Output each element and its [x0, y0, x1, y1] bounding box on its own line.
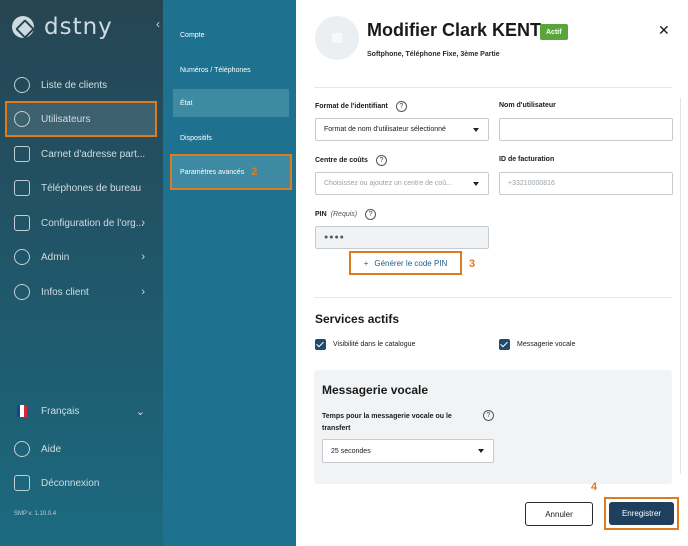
voicemail-panel: Messagerie vocale Temps pour la messager…: [314, 370, 672, 484]
cost-center-label: Centre de coûts ?: [315, 155, 387, 166]
format-select[interactable]: Format de nom d'utilisateur sélectionné: [315, 118, 489, 141]
voicemail-timeout-label: Temps pour la messagerie vocale ou le tr…: [322, 413, 452, 432]
sidebar-item-client-info[interactable]: Infos client ›: [0, 275, 163, 309]
generate-pin-button[interactable]: + Générer le code PIN: [349, 251, 462, 275]
cost-center-select[interactable]: Choisissez ou ajoutez un centre de coû..…: [315, 172, 489, 195]
user-submenu: Compte Numéros / Téléphones État Disposi…: [163, 0, 296, 546]
sidebar-item-admin[interactable]: Admin ›: [0, 240, 163, 274]
sidebar-item-label: Téléphones de bureau: [41, 182, 142, 194]
sidebar-item-address-book[interactable]: Carnet d'adresse part...: [0, 137, 163, 171]
sidebar-item-label: Carnet d'adresse part...: [41, 148, 146, 160]
language-label: Français: [41, 405, 80, 417]
checkbox-checked-icon: [499, 339, 510, 350]
user-icon: [14, 111, 30, 127]
username-input[interactable]: [499, 118, 673, 141]
logo[interactable]: dstny: [12, 14, 113, 40]
submenu-item-status[interactable]: État: [173, 89, 289, 117]
step-marker-3: 3: [469, 258, 476, 270]
app-version: SMP v. 1.10.0.4: [14, 511, 57, 517]
chevron-down-icon: ⌄: [135, 405, 145, 418]
page-title: Modifier Clark KENT: [367, 20, 542, 40]
gear-icon: [14, 284, 30, 300]
services-title: Services actifs: [315, 312, 400, 326]
desk-phone-icon: [14, 180, 30, 196]
users-group-icon: [14, 77, 30, 93]
pin-field: ●●●●: [315, 226, 489, 249]
help-icon[interactable]: ?: [365, 209, 377, 220]
caret-down-icon: [473, 182, 479, 186]
sidebar-item-label: Admin: [41, 251, 70, 263]
user-services-summary: Softphone, Téléphone Fixe, 3ème Partie: [367, 51, 500, 58]
submenu-item-label: Compte: [180, 31, 205, 39]
sidebar-item-label: Infos client: [41, 286, 89, 298]
sidebar-item-org-config[interactable]: Configuration de l'org... ›: [0, 206, 163, 240]
chevron-right-icon: ›: [141, 286, 145, 298]
logo-text: dstny: [44, 14, 113, 40]
sidebar-item-logout[interactable]: Déconnexion: [0, 466, 163, 500]
chevron-right-icon: ›: [141, 217, 145, 229]
section-divider: [314, 297, 672, 298]
catalogue-visibility-checkbox[interactable]: Visibilité dans le catalogue: [315, 339, 415, 350]
checkbox-checked-icon: [315, 339, 326, 350]
sidebar-item-help[interactable]: Aide: [0, 432, 163, 466]
home-icon: [12, 16, 34, 38]
submenu-item-advanced-settings[interactable]: Paramètres avancés 2: [170, 154, 292, 190]
help-icon[interactable]: ?: [483, 410, 494, 421]
help-icon[interactable]: ?: [375, 155, 387, 166]
caret-down-icon: [473, 128, 479, 132]
caret-down-icon: [478, 449, 484, 453]
scrollbar-track[interactable]: [680, 98, 681, 474]
step-marker-2: 2: [251, 166, 258, 178]
chevron-right-icon: ›: [141, 251, 145, 263]
sidebar-item-clients[interactable]: Liste de clients: [0, 68, 163, 102]
format-label: Format de l'identifiant ?: [315, 101, 407, 112]
french-flag-icon: [17, 405, 27, 417]
voicemail-timeout-select[interactable]: 25 secondes: [322, 439, 494, 463]
billing-id-label: ID de facturation: [499, 156, 555, 163]
admin-user-icon: [14, 249, 30, 265]
save-button-highlight: Enregistrer: [604, 497, 679, 530]
submenu-item-label: État: [180, 99, 193, 107]
avatar: [315, 16, 359, 60]
username-label: Nom d'utilisateur: [499, 102, 556, 109]
voicemail-service-checkbox[interactable]: Messagerie vocale: [499, 339, 575, 350]
sidebar: dstny ‹ Liste de clients Utilisateurs 1 …: [0, 0, 171, 546]
pin-label: PIN (Requis) ?: [315, 209, 377, 220]
cancel-button[interactable]: Annuler: [525, 502, 593, 526]
plus-icon: +: [363, 258, 369, 268]
collapse-sidebar-icon[interactable]: ‹: [156, 17, 160, 31]
step-marker-4: 4: [591, 481, 598, 493]
sidebar-item-label: Liste de clients: [41, 79, 108, 91]
sidebar-item-users[interactable]: Utilisateurs: [5, 101, 157, 137]
billing-id-input[interactable]: +33210000816: [499, 172, 673, 195]
sidebar-item-label: Configuration de l'org...: [41, 217, 145, 229]
sidebar-item-label: Aide: [41, 443, 62, 455]
status-badge: Actif: [540, 24, 568, 40]
close-icon[interactable]: ✕: [658, 22, 670, 39]
edit-user-panel: Modifier Clark KENT Actif ✕ Softphone, T…: [296, 0, 688, 546]
submenu-item-numbers-phones[interactable]: Numéros / Téléphones: [173, 56, 289, 84]
sliders-icon: [14, 215, 30, 231]
submenu-item-label: Paramètres avancés: [180, 168, 245, 176]
sidebar-item-label: Utilisateurs: [41, 113, 91, 125]
submenu-item-devices[interactable]: Dispositifs: [173, 124, 289, 152]
address-book-icon: [14, 146, 30, 162]
submenu-item-label: Numéros / Téléphones: [180, 66, 251, 74]
language-selector[interactable]: Français ⌄: [0, 394, 163, 428]
sidebar-item-label: Déconnexion: [41, 477, 100, 489]
submenu-item-account[interactable]: Compte: [173, 21, 289, 49]
save-button[interactable]: Enregistrer: [609, 502, 674, 525]
header-divider: [314, 87, 672, 88]
submenu-item-label: Dispositifs: [180, 134, 212, 142]
sidebar-item-desk-phones[interactable]: Téléphones de bureau: [0, 171, 163, 205]
voicemail-title: Messagerie vocale: [322, 383, 429, 397]
logout-icon: [14, 475, 30, 491]
help-icon[interactable]: ?: [395, 101, 407, 112]
help-icon: [14, 441, 30, 457]
